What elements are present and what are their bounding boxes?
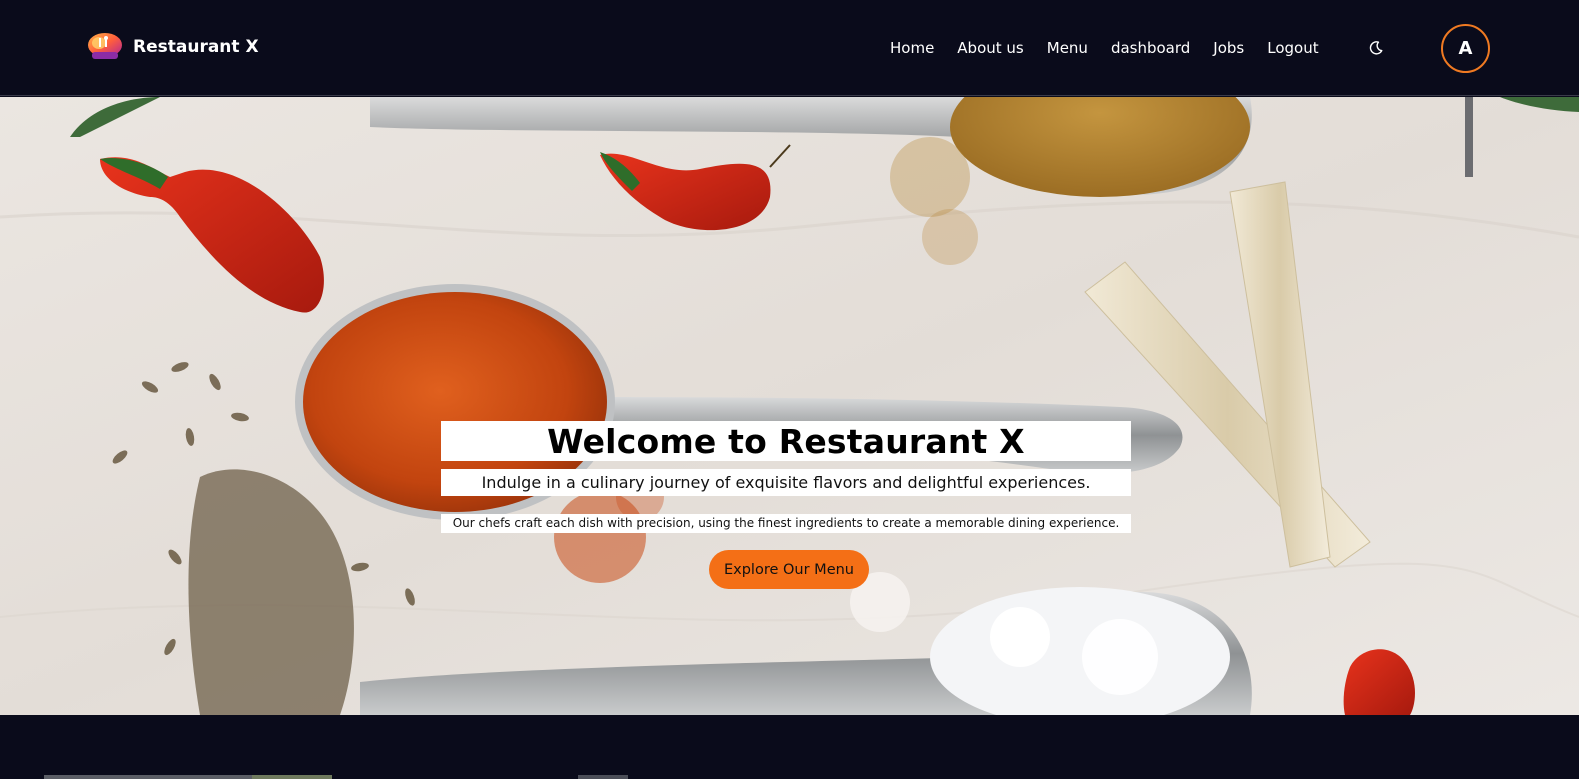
- nav-logout[interactable]: Logout: [1267, 39, 1318, 57]
- nav-dashboard[interactable]: dashboard: [1111, 39, 1190, 57]
- partial-card-image: [252, 775, 332, 779]
- nav-menu[interactable]: Menu: [1047, 39, 1088, 57]
- user-avatar-button[interactable]: A: [1441, 24, 1490, 73]
- navbar: Restaurant X Home About us Menu dashboar…: [0, 0, 1579, 96]
- hero-subtitle: Indulge in a culinary journey of exquisi…: [441, 469, 1131, 496]
- nav-jobs[interactable]: Jobs: [1213, 39, 1244, 57]
- moon-icon: [1369, 41, 1383, 55]
- brand-name: Restaurant X: [133, 37, 259, 57]
- nav-home[interactable]: Home: [890, 39, 934, 57]
- hero-title: Welcome to Restaurant X: [441, 421, 1131, 461]
- brand-link[interactable]: Restaurant X: [86, 30, 259, 64]
- hero-section: Welcome to Restaurant X Indulge in a cul…: [0, 97, 1579, 715]
- hero-description: Our chefs craft each dish with precision…: [441, 514, 1131, 533]
- page-bottom-section: [0, 715, 1579, 779]
- explore-menu-button[interactable]: Explore Our Menu: [709, 550, 869, 589]
- nav-about[interactable]: About us: [957, 39, 1023, 57]
- partial-card-image: [578, 775, 628, 779]
- partial-card-image: [44, 775, 252, 779]
- spices-background-image: [0, 97, 1579, 715]
- chef-hat-logo-icon: [88, 33, 122, 59]
- main-nav: Home About us Menu dashboard Jobs Logout: [890, 38, 1342, 57]
- theme-toggle-button[interactable]: [1365, 37, 1387, 59]
